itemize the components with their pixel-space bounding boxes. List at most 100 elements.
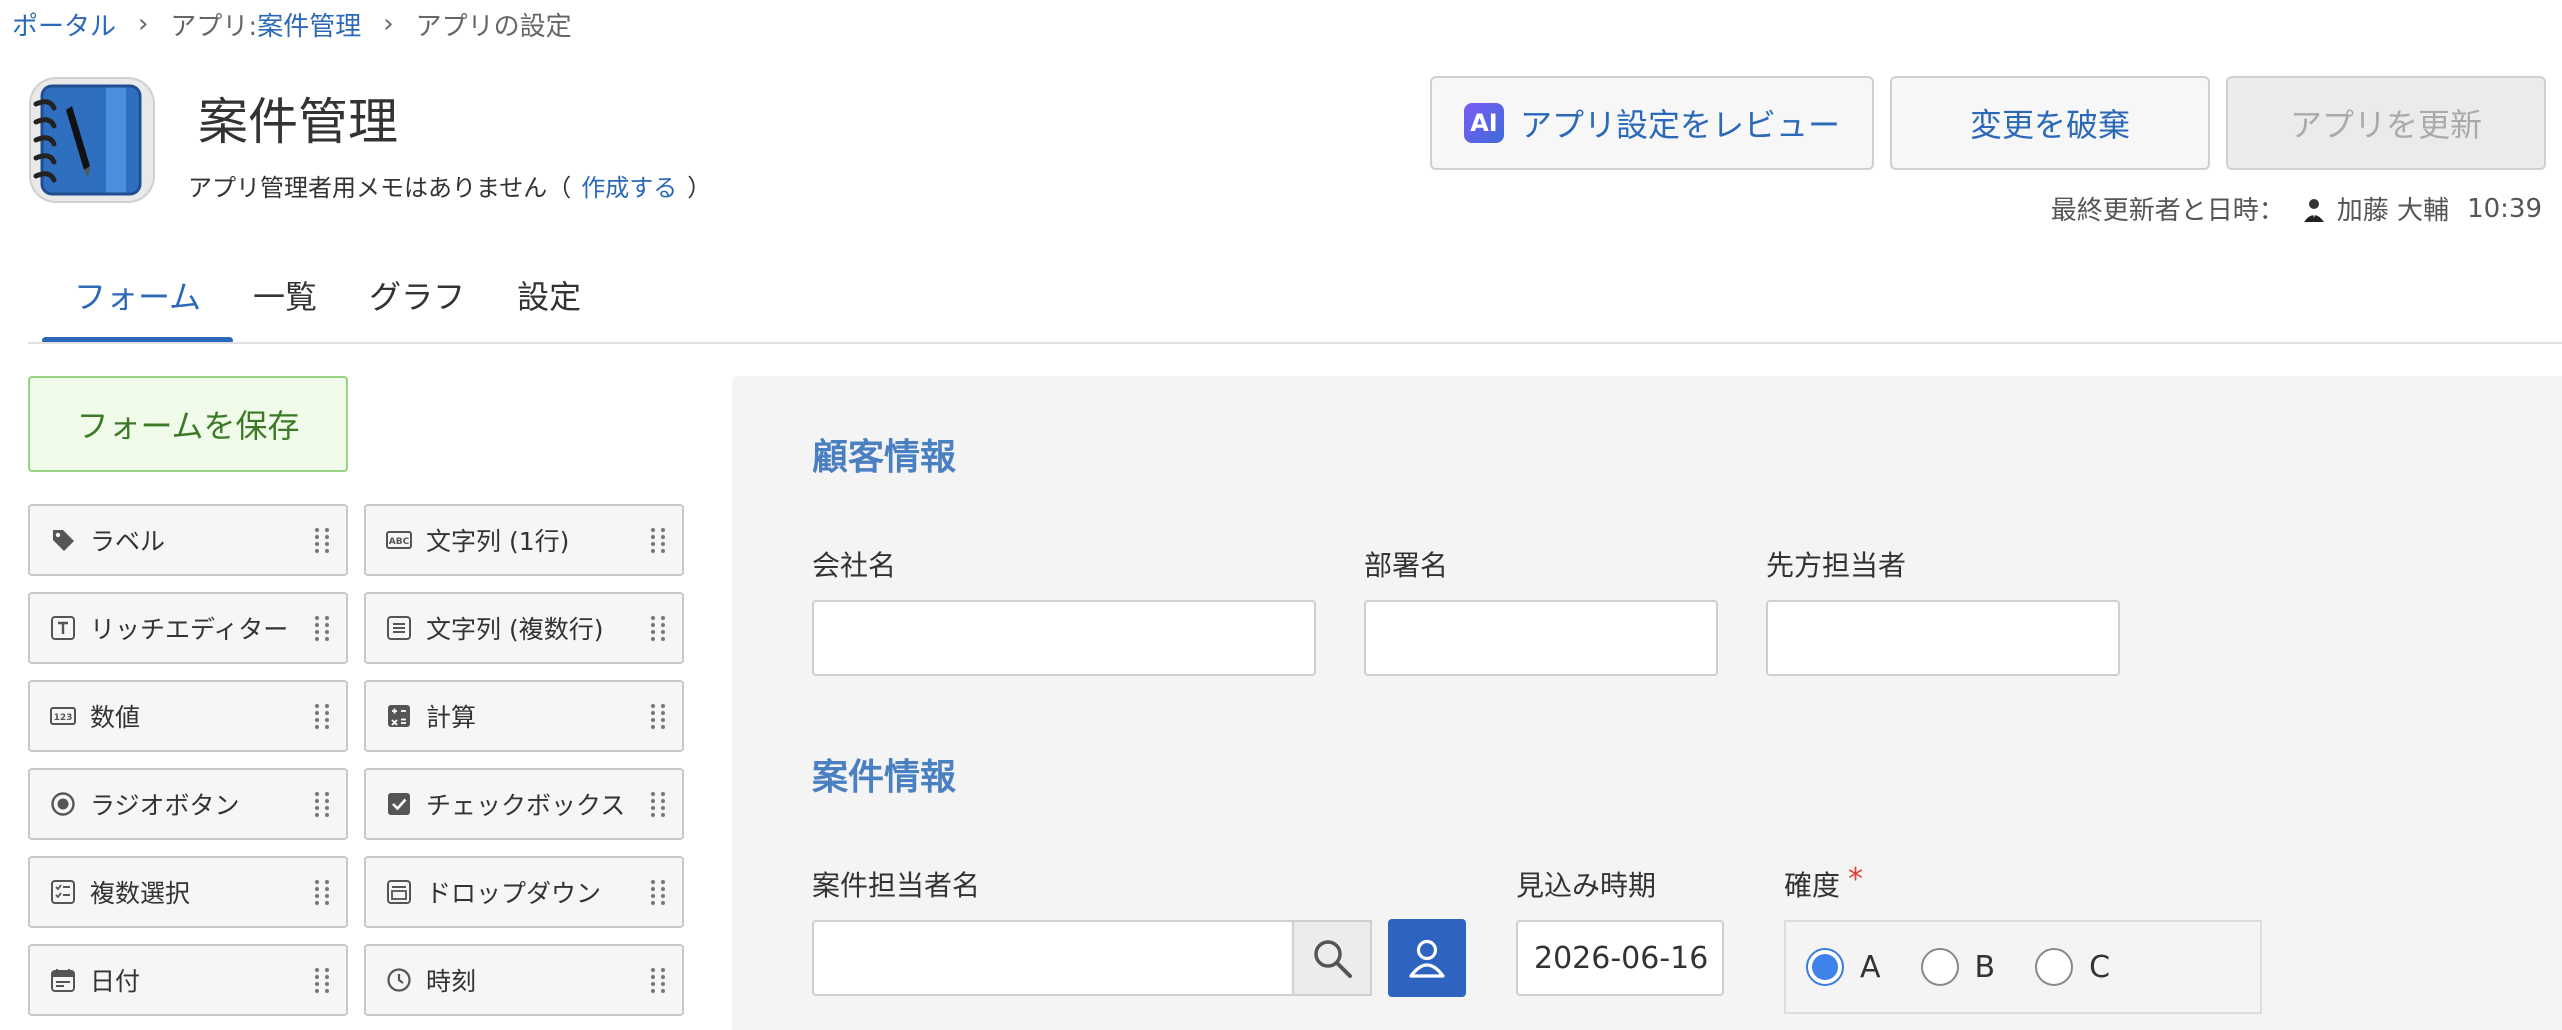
- tag-icon: [53, 530, 74, 551]
- app-title: 案件管理: [198, 93, 398, 151]
- breadcrumb-portal-link[interactable]: ポータル: [12, 6, 116, 43]
- radio-option-label: A: [1860, 949, 1881, 985]
- last-updated: 最終更新者と日時： 加藤 大輔 10:39: [2051, 190, 2542, 227]
- radio-option-label: B: [1974, 949, 1996, 985]
- chevron-right-icon: ›: [138, 9, 149, 39]
- tab-list[interactable]: 一覧: [253, 258, 317, 342]
- drag-handle-icon[interactable]: [648, 614, 668, 642]
- update-app-button[interactable]: アプリを更新: [2226, 76, 2546, 170]
- palette-item-dropdown[interactable]: ドロップダウン: [364, 856, 684, 928]
- svg-text:123: 123: [54, 713, 73, 723]
- company-name-label: 会社名: [812, 549, 897, 582]
- palette-item-text: リッチエディター: [90, 615, 289, 644]
- drag-handle-icon[interactable]: [312, 614, 332, 642]
- drag-handle-icon[interactable]: [648, 702, 668, 730]
- text-format-icon: [51, 616, 75, 640]
- palette-item-label[interactable]: ラベル: [28, 504, 348, 576]
- deal-owner-input[interactable]: [812, 920, 1294, 996]
- save-form-button[interactable]: フォームを保存: [28, 376, 348, 472]
- dropdown-icon: [387, 880, 411, 904]
- expected-period-label: 見込み時期: [1516, 869, 1657, 902]
- certainty-option-c[interactable]: C: [2035, 948, 2110, 986]
- tab-bar: フォーム 一覧 グラフ 設定: [41, 258, 633, 344]
- certainty-label-wrap: 確度 *: [1784, 862, 1864, 904]
- palette-item-checkbox[interactable]: チェックボックス: [364, 768, 684, 840]
- last-updated-time: 10:39: [2467, 193, 2542, 224]
- review-button-label: アプリ設定をレビュー: [1519, 106, 1840, 144]
- palette-item-number[interactable]: 123 数値: [28, 680, 348, 752]
- company-name-input[interactable]: [812, 600, 1316, 676]
- calculator-icon: [388, 705, 410, 727]
- user-select-button[interactable]: [1388, 919, 1466, 997]
- certainty-option-a[interactable]: A: [1806, 948, 1881, 986]
- palette-item-text: 複数選択: [90, 879, 191, 908]
- user-avatar-icon: [2300, 195, 2327, 222]
- drag-handle-icon[interactable]: [312, 790, 332, 818]
- client-contact-label: 先方担当者: [1766, 549, 1907, 582]
- search-icon: [1314, 940, 1352, 978]
- create-memo-link[interactable]: 作成する: [581, 174, 677, 202]
- tab-divider: [28, 342, 2562, 344]
- required-mark: *: [1848, 862, 1864, 897]
- chevron-right-icon: ›: [383, 9, 394, 39]
- palette-item-time[interactable]: 時刻: [364, 944, 684, 1016]
- certainty-option-b[interactable]: B: [1920, 948, 1996, 986]
- breadcrumb-app-prefix: アプリ:: [170, 11, 258, 42]
- radio-unchecked-icon: [2035, 948, 2074, 986]
- drag-handle-icon[interactable]: [312, 966, 332, 994]
- palette-item-text: 文字列 (1行): [426, 527, 570, 556]
- expected-period-date-input[interactable]: 2026-06-16: [1516, 920, 1724, 996]
- drag-handle-icon[interactable]: [648, 790, 668, 818]
- app-memo: アプリ管理者用メモはありません（ 作成する ）: [188, 168, 711, 203]
- drag-handle-icon[interactable]: [312, 526, 332, 554]
- deal-info-section-title[interactable]: 案件情報: [812, 748, 956, 800]
- radio-unchecked-icon: [1920, 948, 1959, 986]
- palette-item-text: 文字列 (複数行): [426, 615, 604, 644]
- drag-handle-icon[interactable]: [648, 526, 668, 554]
- radio-icon: [51, 792, 75, 816]
- calendar-icon: [51, 969, 75, 992]
- certainty-radio-group: A B C: [1784, 920, 2262, 1014]
- radio-option-label: C: [2089, 949, 2111, 985]
- number-icon: 123: [50, 707, 76, 725]
- tab-settings[interactable]: 設定: [517, 258, 581, 342]
- drag-handle-icon[interactable]: [648, 966, 668, 994]
- last-updated-user[interactable]: 加藤 大輔: [2337, 190, 2449, 227]
- palette-item-multi-select[interactable]: 複数選択: [28, 856, 348, 928]
- drag-handle-icon[interactable]: [312, 878, 332, 906]
- palette-item-text: 日付: [90, 967, 141, 996]
- app-memo-close: ）: [687, 174, 712, 202]
- customer-info-section-title[interactable]: 顧客情報: [812, 428, 956, 480]
- tab-graph[interactable]: グラフ: [369, 258, 465, 342]
- palette-item-date[interactable]: 日付: [28, 944, 348, 1016]
- deal-owner-search-button[interactable]: [1294, 920, 1372, 996]
- palette-item-text: 計算: [426, 703, 477, 732]
- discard-changes-button[interactable]: 変更を破棄: [1890, 76, 2210, 170]
- tab-form[interactable]: フォーム: [41, 258, 234, 344]
- palette-item-rich-editor[interactable]: リッチエディター: [28, 592, 348, 664]
- review-app-settings-button[interactable]: AI アプリ設定をレビュー: [1430, 76, 1874, 170]
- department-input[interactable]: [1364, 600, 1718, 676]
- palette-item-text: 数値: [90, 703, 141, 732]
- clock-icon: [387, 968, 411, 992]
- radio-checked-icon: [1806, 948, 1844, 986]
- app-notebook-icon: [28, 76, 156, 204]
- lines-icon: [387, 616, 411, 640]
- last-updated-label: 最終更新者と日時：: [2050, 196, 2285, 226]
- palette-item-text: ラベル: [90, 527, 166, 556]
- client-contact-input[interactable]: [1766, 600, 2120, 676]
- drag-handle-icon[interactable]: [312, 702, 332, 730]
- app-memo-text: アプリ管理者用メモはありません（: [188, 174, 572, 202]
- department-label: 部署名: [1364, 549, 1449, 582]
- user-icon: [1409, 939, 1445, 978]
- multi-select-icon: [51, 880, 75, 904]
- palette-item-calculation[interactable]: 計算: [364, 680, 684, 752]
- palette-item-radio-button[interactable]: ラジオボタン: [28, 768, 348, 840]
- palette-item-multi-line-text[interactable]: 文字列 (複数行): [364, 592, 684, 664]
- palette-item-text: 時刻: [426, 967, 477, 996]
- palette-item-text: ドロップダウン: [426, 879, 602, 908]
- palette-item-single-line-text[interactable]: ABC 文字列 (1行): [364, 504, 684, 576]
- breadcrumb-app-link[interactable]: 案件管理: [257, 6, 361, 43]
- drag-handle-icon[interactable]: [648, 878, 668, 906]
- deal-owner-label: 案件担当者名: [812, 869, 981, 902]
